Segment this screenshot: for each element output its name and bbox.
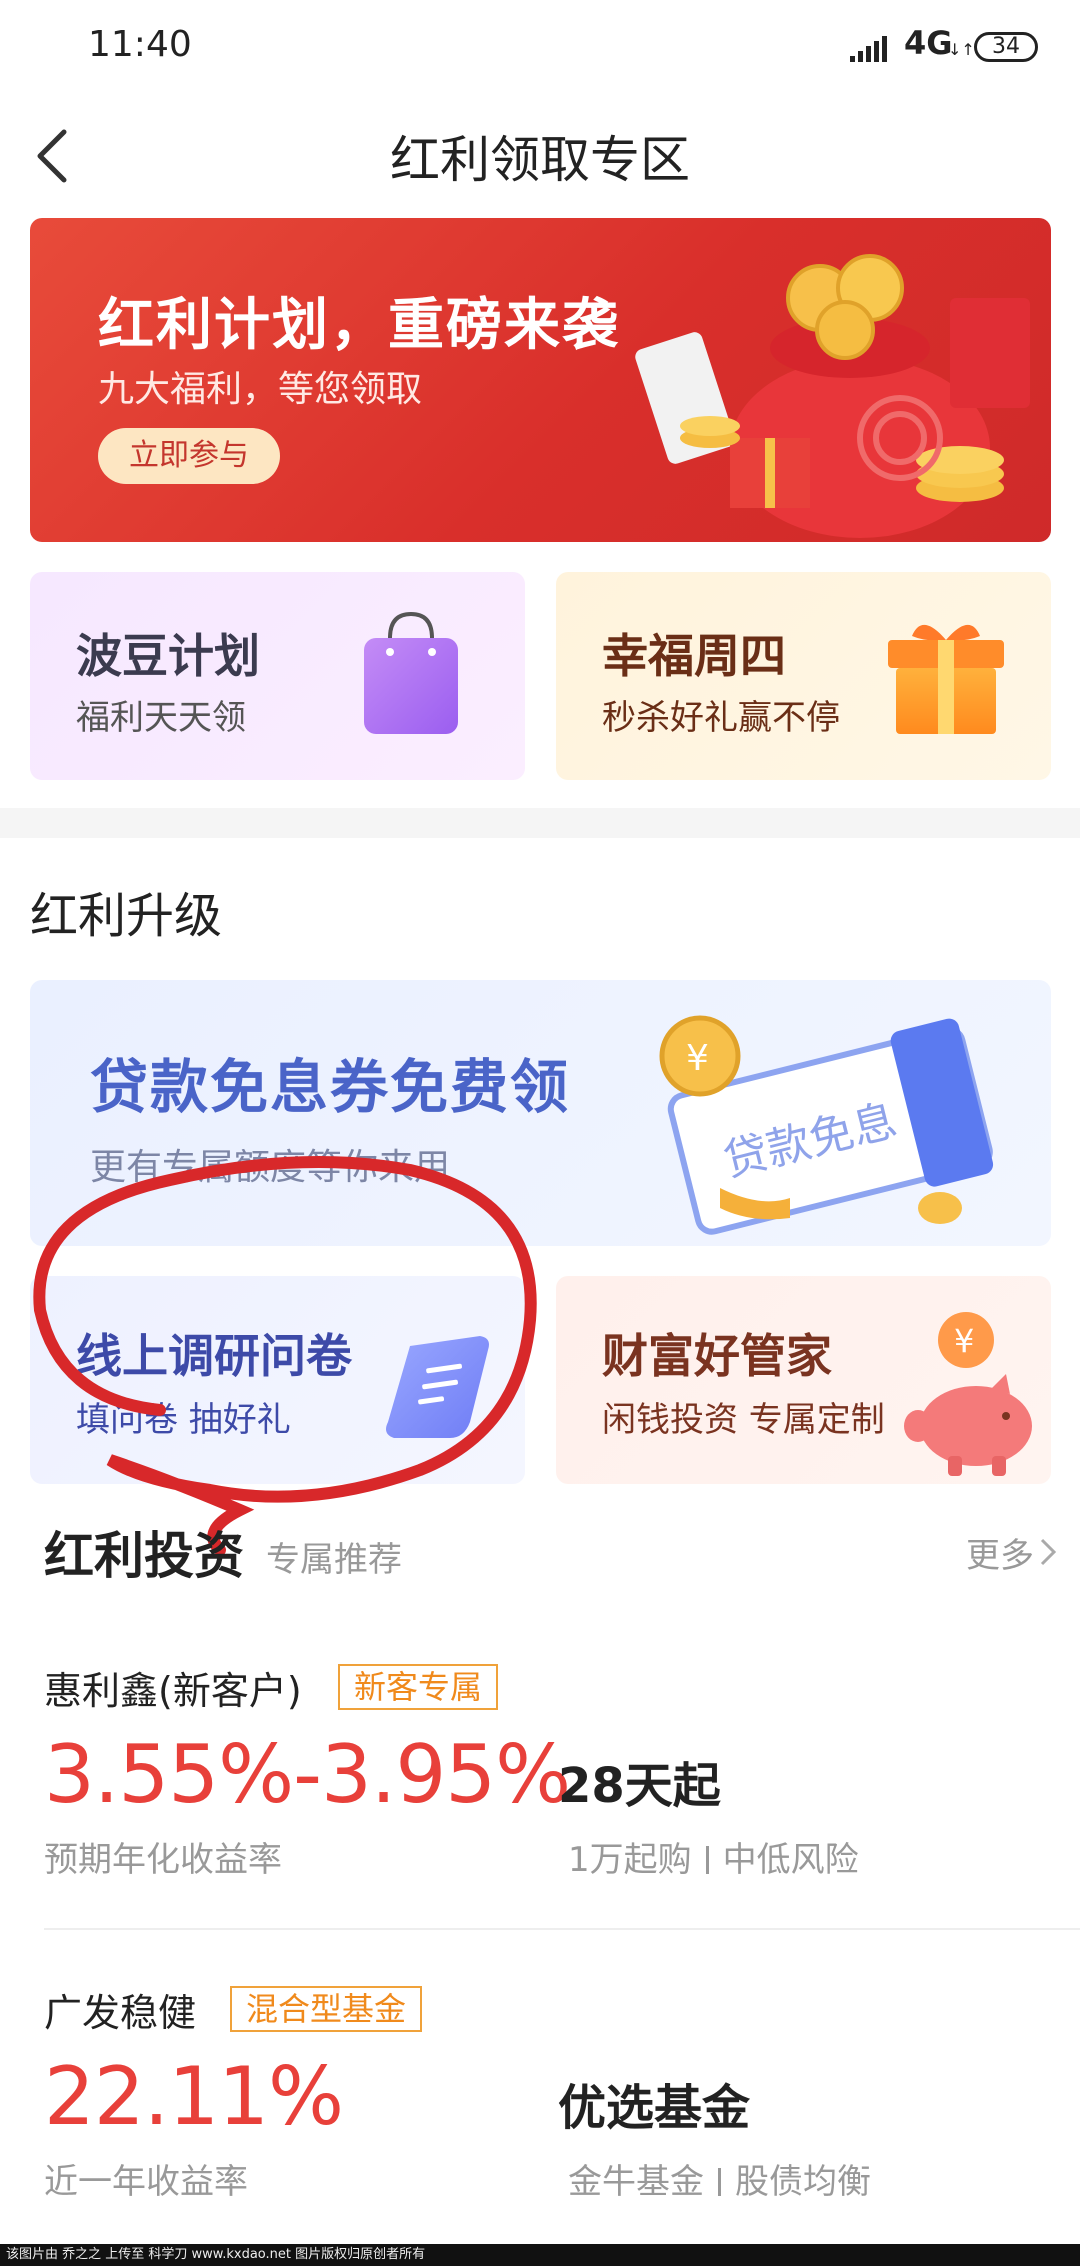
red-envelope-bag-icon (635, 254, 1030, 538)
card-title: 波豆计划 (76, 629, 260, 683)
signal-icon (850, 36, 887, 62)
section-divider (0, 808, 1080, 838)
invest-section-header: 红利投资 专属推荐 更多 (44, 1516, 1057, 1586)
product-name: 惠利鑫(新客户) (44, 1669, 302, 1713)
product-detail-a: 1万起购 (568, 1840, 692, 1880)
hero-banner[interactable]: 红利计划，重磅来袭 九大福利，等您领取 立即参与 (30, 218, 1051, 542)
product-tag: 混合型基金 (230, 1986, 423, 2032)
svg-text:¥: ¥ (686, 1038, 709, 1079)
product-rate: 3.55%-3.95% (44, 1728, 571, 1821)
online-survey-card[interactable]: 线上调研问卷 填问卷 抽好礼 (30, 1276, 525, 1484)
loan-banner-title: 贷款免息券免费领 (90, 1053, 571, 1121)
gift-box-icon (888, 624, 1004, 734)
happy-thursday-card[interactable]: 幸福周四 秒杀好礼赢不停 (556, 572, 1051, 780)
card-subtitle: 秒杀好礼赢不停 (602, 698, 840, 738)
coin-symbol: ¥ (954, 1322, 974, 1360)
product-detail-b: 中低风险 (722, 1840, 859, 1880)
chevron-right-icon[interactable] (1038, 1536, 1058, 1568)
card-subtitle: 闲钱投资 专属定制 (602, 1400, 885, 1440)
invest-title: 红利投资 (44, 1527, 244, 1585)
product-rate-label: 预期年化收益率 (44, 1840, 282, 1880)
section-title-upgrade: 红利升级 (30, 888, 223, 944)
product-tag: 新客专属 (338, 1664, 499, 1710)
join-now-button[interactable]: 立即参与 (98, 428, 280, 484)
status-time: 11:40 (88, 24, 192, 65)
card-subtitle: 填问卷 抽好礼 (76, 1400, 291, 1440)
detail-separator (705, 1846, 709, 1874)
nav-bar: 红利领取专区 (0, 96, 1080, 216)
card-title: 幸福周四 (602, 629, 786, 683)
shopping-bag-icon (364, 611, 458, 734)
product-details: 金牛基金 股债均衡 (568, 2154, 871, 2203)
product-name: 广发稳健 (44, 1991, 197, 2035)
product-detail-b: 股债均衡 (735, 2162, 871, 2202)
product-details: 1万起购 中低风险 (568, 1832, 859, 1881)
product-detail-a: 金牛基金 (568, 2162, 704, 2202)
product-item[interactable]: 惠利鑫(新客户) 新客专属 3.55%-3.95% 预期年化收益率 28天起 1… (44, 1660, 1044, 1880)
network-activity-icon: ↓↑ (948, 40, 975, 59)
detail-separator (718, 2168, 721, 2196)
more-link[interactable]: 更多 (966, 1528, 1034, 1577)
wealth-manager-card[interactable]: 财富好管家 闲钱投资 专属定制 ¥ (556, 1276, 1051, 1484)
product-item[interactable]: 广发稳健 混合型基金 22.11% 近一年收益率 优选基金 金牛基金 股债均衡 (44, 1982, 1044, 2202)
bodou-plan-card[interactable]: 波豆计划 福利天天领 (30, 572, 525, 780)
network-label: 4G (904, 24, 953, 62)
page-title: 红利领取专区 (390, 131, 690, 189)
battery-icon: 34 (974, 32, 1038, 62)
product-rate-label: 近一年收益率 (44, 2162, 248, 2202)
watermark-text: 该图片由 乔之之 上传至 科学刀 www.kxdao.net 图片版权归原创者所… (0, 2244, 1080, 2266)
loan-banner-subtitle: 更有专属额度等你来用 (90, 1147, 451, 1188)
product-term: 28天起 (558, 1758, 721, 1814)
product-term: 优选基金 (558, 2080, 751, 2136)
hero-subtitle: 九大福利，等您领取 (98, 369, 423, 410)
card-title: 线上调研问卷 (76, 1329, 352, 1383)
loan-ticket-icon: 贷款免息 ¥ (659, 1015, 994, 1235)
card-subtitle: 福利天天领 (76, 698, 246, 738)
product-rate: 22.11% (44, 2050, 344, 2143)
card-title: 财富好管家 (602, 1329, 832, 1383)
invest-subtitle: 专属推荐 (266, 1540, 402, 1580)
scroll-icon (386, 1336, 489, 1438)
loan-coupon-banner[interactable]: 贷款免息券免费领 更有专属额度等你来用 贷款免息 ¥ (30, 980, 1051, 1246)
status-bar: 11:40 4G ↓↑ 34 (0, 0, 1080, 96)
piggy-bank-icon: ¥ (904, 1312, 1032, 1476)
hero-title: 红利计划，重磅来袭 (98, 293, 620, 358)
row-divider (44, 1928, 1080, 1930)
